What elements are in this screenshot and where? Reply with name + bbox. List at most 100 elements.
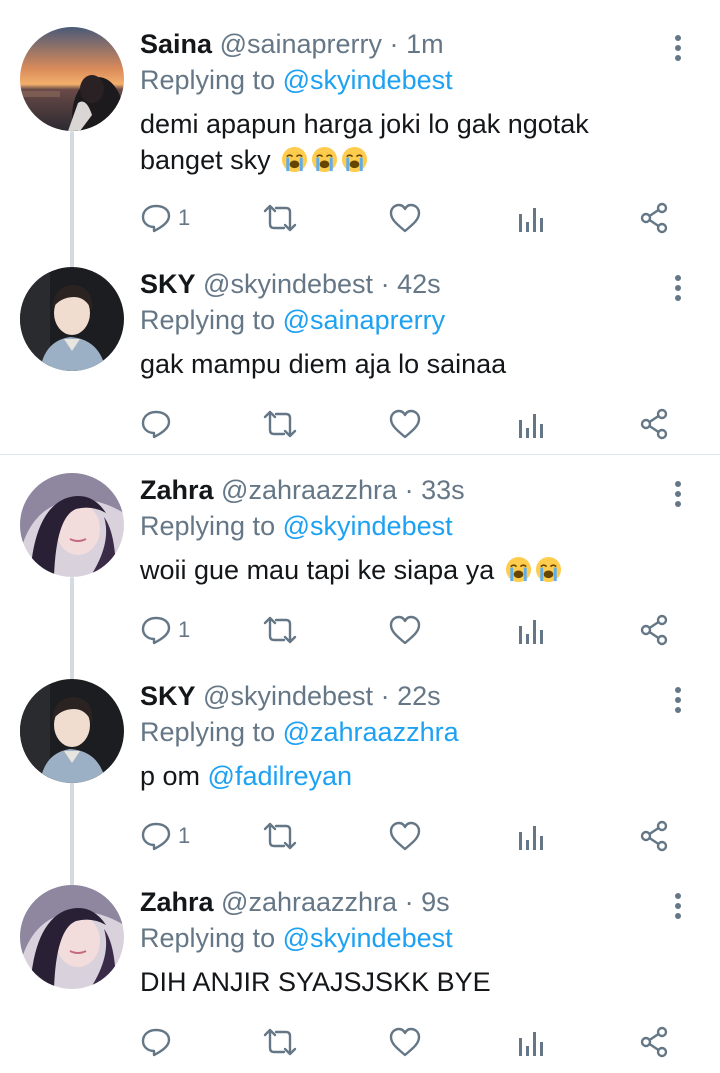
analytics-bars-icon xyxy=(519,1032,543,1056)
more-options-button[interactable] xyxy=(664,686,692,714)
replying-to-label: Replying to xyxy=(140,511,276,541)
like-button[interactable] xyxy=(388,198,422,238)
loudly-crying-face-emoji xyxy=(505,556,532,583)
loudly-crying-face-emoji xyxy=(341,146,368,173)
retweet-button[interactable] xyxy=(262,198,298,238)
like-button[interactable] xyxy=(388,610,422,650)
reply-button[interactable] xyxy=(140,1022,178,1062)
display-name[interactable]: Saina xyxy=(140,29,212,59)
user-handle[interactable]: @skyindebest xyxy=(203,681,373,711)
analytics-button[interactable] xyxy=(516,816,546,856)
timestamp[interactable]: 9s xyxy=(421,887,450,917)
analytics-button[interactable] xyxy=(516,198,546,238)
retweet-button[interactable] xyxy=(262,1022,298,1062)
tweet[interactable]: Zahra @zahraazzhra · 33s Replying to @sk… xyxy=(0,446,720,652)
display-name[interactable]: Zahra xyxy=(140,887,214,917)
share-button[interactable] xyxy=(638,610,670,650)
reply-button[interactable]: 1 xyxy=(140,816,190,856)
timestamp[interactable]: 22s xyxy=(397,681,441,711)
display-name[interactable]: Zahra xyxy=(140,475,214,505)
tweet[interactable]: Zahra @zahraazzhra · 9s Replying to @sky… xyxy=(0,858,720,1064)
user-handle[interactable]: @zahraazzhra xyxy=(221,887,397,917)
replying-to-mention[interactable]: @skyindebest xyxy=(283,511,453,541)
avatar-zahra[interactable] xyxy=(20,473,124,577)
share-icon xyxy=(640,1026,668,1058)
reply-count: 1 xyxy=(178,823,191,848)
share-button[interactable] xyxy=(638,1022,670,1062)
timestamp[interactable]: 33s xyxy=(421,475,465,505)
more-options-button[interactable] xyxy=(664,34,692,62)
like-button[interactable] xyxy=(388,1022,422,1062)
retweet-button[interactable] xyxy=(262,404,298,444)
avatar-sky[interactable] xyxy=(20,267,124,371)
reply-button[interactable] xyxy=(140,404,178,444)
tweet-text-content: DIH ANJIR SYAJSJSKK BYE xyxy=(140,967,491,997)
share-button[interactable] xyxy=(638,404,670,444)
more-options-button[interactable] xyxy=(664,480,692,508)
conversation-thread-2: Zahra @zahraazzhra · 33s Replying to @sk… xyxy=(0,455,720,1073)
separator-dot: · xyxy=(404,887,414,917)
separator-dot: · xyxy=(380,681,390,711)
share-icon xyxy=(640,820,668,852)
display-name[interactable]: SKY xyxy=(140,269,196,299)
reply-count: 1 xyxy=(178,205,191,230)
analytics-button[interactable] xyxy=(516,610,546,650)
tweet-header: SKY @skyindebest · 42s xyxy=(140,266,441,302)
analytics-bars-icon xyxy=(519,826,543,850)
avatar-zahra[interactable] xyxy=(20,885,124,989)
tweet[interactable]: SKY @skyindebest · 42s Replying to @sain… xyxy=(0,240,720,446)
avatar-sky[interactable] xyxy=(20,679,124,783)
timestamp[interactable]: 1m xyxy=(406,29,444,59)
tweet-text: DIH ANJIR SYAJSJSKK BYE xyxy=(140,964,660,1000)
tweet[interactable]: SKY @skyindebest · 22s Replying to @zahr… xyxy=(0,652,720,858)
replying-to-line: Replying to @sainaprerry xyxy=(140,302,445,338)
replying-to-mention[interactable]: @zahraazzhra xyxy=(283,717,459,747)
share-icon xyxy=(640,614,668,646)
tweet[interactable]: Saina @sainaprerry · 1m Replying to @sky… xyxy=(0,0,720,234)
analytics-button[interactable] xyxy=(516,404,546,444)
tweet-mention-link[interactable]: @fadilreyan xyxy=(208,761,352,791)
separator-dot: · xyxy=(380,269,390,299)
analytics-bars-icon xyxy=(519,620,543,644)
tweet-actions: 1 xyxy=(0,610,720,650)
more-options-button[interactable] xyxy=(664,892,692,920)
retweet-icon xyxy=(263,410,297,438)
heart-icon xyxy=(389,821,421,851)
display-name[interactable]: SKY xyxy=(140,681,196,711)
user-handle[interactable]: @skyindebest xyxy=(203,269,373,299)
retweet-icon xyxy=(263,822,297,850)
vertical-ellipsis-icon xyxy=(675,481,681,507)
retweet-icon xyxy=(263,1028,297,1056)
user-handle[interactable]: @sainaprerry xyxy=(220,29,382,59)
like-button[interactable] xyxy=(388,404,422,444)
heart-icon xyxy=(389,409,421,439)
retweet-button[interactable] xyxy=(262,816,298,856)
reply-button[interactable]: 1 xyxy=(140,198,190,238)
tweet-header: Zahra @zahraazzhra · 33s xyxy=(140,472,465,508)
replying-to-mention[interactable]: @skyindebest xyxy=(283,65,453,95)
loudly-crying-face-emoji xyxy=(535,556,562,583)
tweet-header: Zahra @zahraazzhra · 9s xyxy=(140,884,450,920)
share-button[interactable] xyxy=(638,198,670,238)
analytics-button[interactable] xyxy=(516,1022,546,1062)
tweet-header: Saina @sainaprerry · 1m xyxy=(140,26,444,62)
conversation-thread-1: Saina @sainaprerry · 1m Replying to @sky… xyxy=(0,0,720,455)
vertical-ellipsis-icon xyxy=(675,893,681,919)
replying-to-label: Replying to xyxy=(140,717,276,747)
more-options-button[interactable] xyxy=(664,274,692,302)
avatar-saina[interactable] xyxy=(20,27,124,131)
timestamp[interactable]: 42s xyxy=(397,269,441,299)
reply-bubble-icon xyxy=(141,410,171,439)
reply-button[interactable]: 1 xyxy=(140,610,190,650)
separator-dot: · xyxy=(404,475,414,505)
replying-to-mention[interactable]: @skyindebest xyxy=(283,923,453,953)
reply-bubble-icon xyxy=(141,1028,171,1057)
separator-dot: · xyxy=(389,29,399,59)
user-handle[interactable]: @zahraazzhra xyxy=(221,475,397,505)
tweet-actions: 1 xyxy=(0,198,720,238)
share-button[interactable] xyxy=(638,816,670,856)
like-button[interactable] xyxy=(388,816,422,856)
analytics-bars-icon xyxy=(519,414,543,438)
replying-to-mention[interactable]: @sainaprerry xyxy=(283,305,445,335)
retweet-button[interactable] xyxy=(262,610,298,650)
